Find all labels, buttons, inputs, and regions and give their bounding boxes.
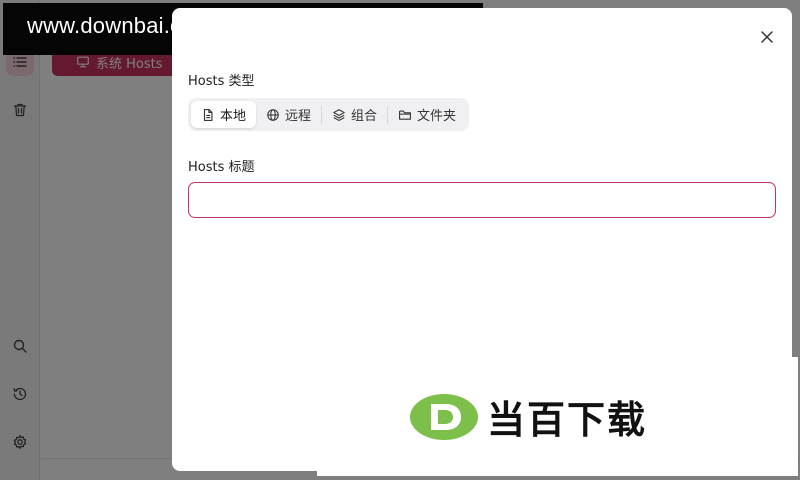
type-option-label: 本地 (220, 109, 247, 124)
hosts-type-label: Hosts 类型 (188, 74, 255, 89)
brand-logo-text: 当百下载 (487, 398, 648, 442)
layers-icon (333, 108, 345, 121)
type-option-label: 组合 (351, 109, 378, 124)
brand-logo-icon (410, 393, 478, 440)
folder-icon (399, 110, 411, 120)
type-option-folder[interactable]: 文件夹 (388, 101, 466, 128)
watermark-bottom: 当百下载 (317, 357, 798, 476)
type-option-label: 文件夹 (417, 109, 457, 124)
hosts-title-input[interactable] (188, 182, 776, 218)
type-option-group[interactable]: 组合 (322, 101, 387, 128)
file-icon (203, 108, 213, 121)
type-option-label: 远程 (285, 109, 312, 124)
type-option-local[interactable]: 本地 (191, 101, 257, 128)
globe-icon (267, 108, 279, 121)
hosts-type-segmented: 本地 远程 组合 文件夹 (188, 98, 470, 131)
close-button[interactable] (756, 26, 778, 48)
type-option-remote[interactable]: 远程 (256, 101, 321, 128)
close-icon (761, 31, 773, 43)
hosts-title-label: Hosts 标题 (188, 160, 255, 175)
